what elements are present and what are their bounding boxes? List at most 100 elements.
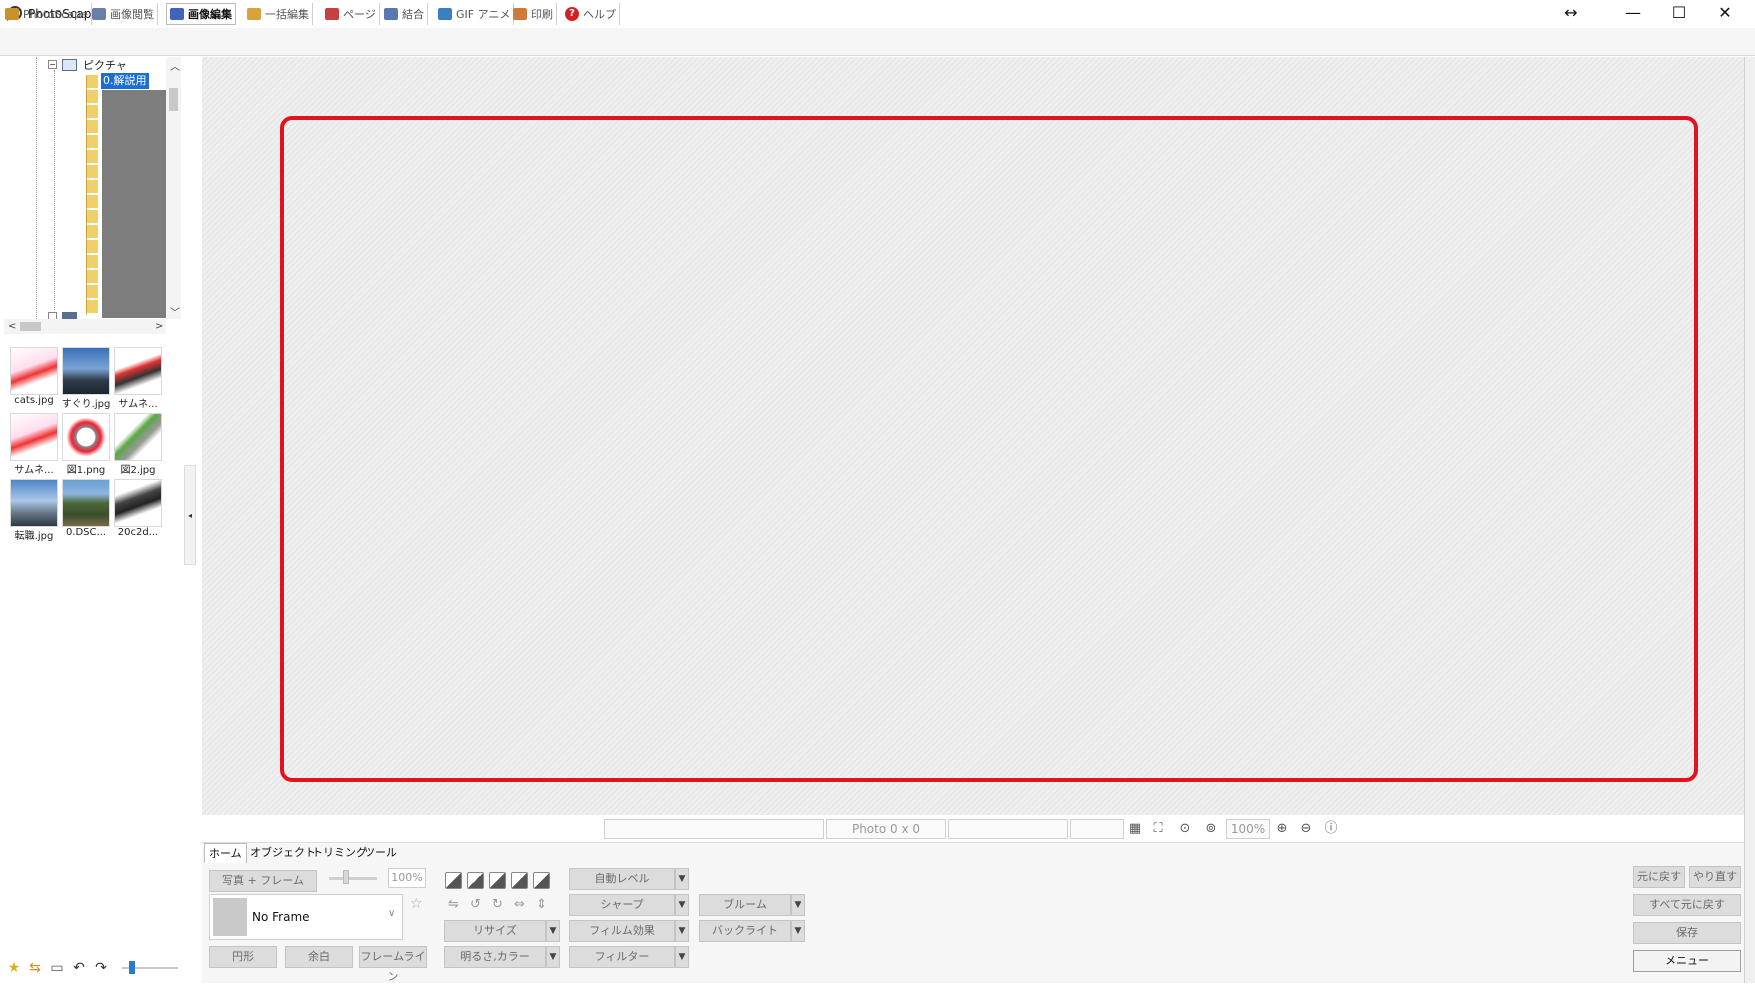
thumbnail-image[interactable]	[10, 347, 58, 395]
auto-contrast-icon[interactable]	[445, 872, 462, 889]
favorite-star-icon[interactable]: ★	[6, 960, 22, 976]
thumbnail-image[interactable]	[114, 479, 162, 527]
frame-opacity-slider[interactable]	[329, 877, 377, 880]
brightness-dropdown-icon[interactable]: ▼	[546, 946, 560, 968]
rotate-right-icon[interactable]: ↻	[489, 896, 506, 913]
tab-photoscape[interactable]: PhotoScape	[2, 3, 92, 25]
thumbnail-image[interactable]	[62, 479, 110, 527]
tree-root-label[interactable]: ピクチャ	[83, 57, 127, 73]
close-button[interactable]: ✕	[1702, 0, 1748, 28]
tab-help[interactable]: ? ヘルプ	[562, 3, 620, 25]
tab-editor[interactable]: 画像編集	[166, 3, 236, 25]
resize-button[interactable]: リサイズ	[444, 920, 546, 942]
thumbnail-image[interactable]	[10, 413, 58, 461]
resize-arrows-icon[interactable]: ↔	[1548, 0, 1594, 28]
auto-contrast-icon[interactable]	[533, 872, 550, 889]
zoom-actual-icon[interactable]: ⊙	[1177, 821, 1193, 837]
tab-page[interactable]: ページ	[322, 3, 380, 25]
zoom-fit-icon[interactable]: ⊚	[1203, 821, 1219, 837]
tree-item-selected[interactable]: 0.解説用	[101, 73, 149, 89]
auto-contrast-icon[interactable]	[467, 872, 484, 889]
frame-opacity-value[interactable]: 100%	[388, 868, 426, 888]
tab-viewer[interactable]: 画像閲覧	[89, 3, 158, 25]
bloom-button[interactable]: ブルーム	[699, 894, 791, 916]
tree-vertical-thumb[interactable]	[169, 88, 178, 111]
move-icon[interactable]: ⇆	[27, 960, 43, 976]
resize-dropdown-icon[interactable]: ▼	[546, 920, 560, 942]
tab-print[interactable]: 印刷	[510, 3, 557, 25]
frame-opacity-slider-thumb[interactable]	[343, 870, 349, 884]
maximize-button[interactable]: ☐	[1656, 0, 1702, 28]
redo-button[interactable]: やり直す	[1689, 866, 1741, 888]
round-button[interactable]: 円形	[209, 946, 277, 968]
collapse-arrow-icon[interactable]: ◂	[188, 511, 192, 520]
undo-button[interactable]: 元に戻す	[1633, 866, 1685, 888]
scroll-down-icon[interactable]: ﹀	[170, 304, 180, 319]
status-field	[1070, 819, 1124, 839]
thumbnail-label[interactable]: 転職.jpg	[6, 527, 62, 542]
backlight-dropdown-icon[interactable]: ▼	[791, 920, 805, 942]
flip-horizontal-icon[interactable]: ⇔	[511, 896, 528, 913]
backlight-button[interactable]: バックライト	[699, 920, 791, 942]
minimize-button[interactable]: —	[1610, 0, 1656, 28]
thumbnail-label[interactable]: 図2.jpg	[110, 461, 166, 476]
thumbnail-label[interactable]: cats.jpg	[6, 395, 62, 406]
checkerboard-icon[interactable]: ▦	[1127, 821, 1143, 837]
filter-dropdown-icon[interactable]: ▼	[675, 946, 689, 968]
auto-level-dropdown-icon[interactable]: ▼	[675, 868, 689, 890]
thumbnail-label[interactable]: 0.DSC...	[58, 527, 114, 538]
flip-vertical-icon[interactable]: ⇕	[533, 896, 550, 913]
subtab-home[interactable]: ホーム	[204, 843, 247, 863]
tab-gif[interactable]: GIF アニメ	[435, 3, 515, 25]
scroll-right-icon[interactable]: >	[155, 321, 163, 332]
chevron-down-icon[interactable]: ∨	[388, 908, 395, 919]
viewer-icon	[92, 8, 106, 20]
menu-button[interactable]: メニュー	[1633, 950, 1741, 972]
favorite-frame-star-icon[interactable]: ☆	[410, 896, 423, 912]
thumbnail-size-slider-thumb[interactable]	[129, 961, 135, 974]
thumbnail-label[interactable]: サムネ...	[110, 395, 166, 410]
auto-level-button[interactable]: 自動レベル	[569, 868, 675, 890]
undo-all-button[interactable]: すべて元に戻す	[1633, 894, 1741, 916]
sharpen-button[interactable]: シャープ	[569, 894, 675, 916]
flip-icon[interactable]: ⇋	[445, 896, 462, 913]
thumbnail-image[interactable]	[62, 413, 110, 461]
tab-combine[interactable]: 結合	[381, 3, 428, 25]
film-effect-dropdown-icon[interactable]: ▼	[675, 920, 689, 942]
back-arrow-icon[interactable]: ↶	[71, 960, 87, 976]
thumbnail-image[interactable]	[114, 413, 162, 461]
fit-window-icon[interactable]: ⛶	[1150, 821, 1166, 837]
subtab-tools[interactable]: ツール	[360, 843, 401, 863]
info-icon[interactable]: ⓘ	[1323, 821, 1339, 837]
tab-batch[interactable]: 一括編集	[244, 3, 313, 25]
thumbnail-label[interactable]: すぐり.jpg	[58, 395, 114, 410]
zoom-in-icon[interactable]: ⊕	[1274, 821, 1290, 837]
thumbnail-image[interactable]	[10, 479, 58, 527]
scroll-up-icon[interactable]: ︿	[170, 58, 180, 73]
save-button[interactable]: 保存	[1633, 922, 1741, 944]
tree-collapse-icon[interactable]: −	[48, 60, 57, 69]
brightness-color-button[interactable]: 明るさ,カラー	[444, 946, 546, 968]
thumbnail-label[interactable]: サムネ...	[6, 461, 62, 476]
thumbnail-image[interactable]	[114, 347, 162, 395]
thumbnail-label[interactable]: 図1.png	[58, 461, 114, 476]
auto-contrast-icon[interactable]	[489, 872, 506, 889]
folder-open-icon[interactable]: ▭	[49, 960, 65, 976]
rotate-left-icon[interactable]: ↺	[467, 896, 484, 913]
frameline-button[interactable]: フレームライン	[359, 946, 427, 983]
bloom-dropdown-icon[interactable]: ▼	[791, 894, 805, 916]
auto-contrast-icon[interactable]	[511, 872, 528, 889]
main-tab-bar	[0, 28, 1755, 56]
filter-button[interactable]: フィルター	[569, 946, 675, 968]
thumbnail-image[interactable]	[62, 347, 110, 395]
margin-button[interactable]: 余白	[285, 946, 353, 968]
scroll-left-icon[interactable]: <	[8, 321, 16, 332]
zoom-out-icon[interactable]: ⊖	[1298, 821, 1314, 837]
sharpen-dropdown-icon[interactable]: ▼	[675, 894, 689, 916]
forward-arrow-icon[interactable]: ↷	[93, 960, 109, 976]
thumbnail-label[interactable]: 20c2d...	[110, 527, 166, 538]
photo-frame-button[interactable]: 写真 + フレーム	[209, 870, 317, 892]
tree-horizontal-thumb[interactable]	[20, 322, 41, 331]
zoom-level[interactable]: 100%	[1226, 819, 1270, 839]
film-effect-button[interactable]: フィルム効果	[569, 920, 675, 942]
